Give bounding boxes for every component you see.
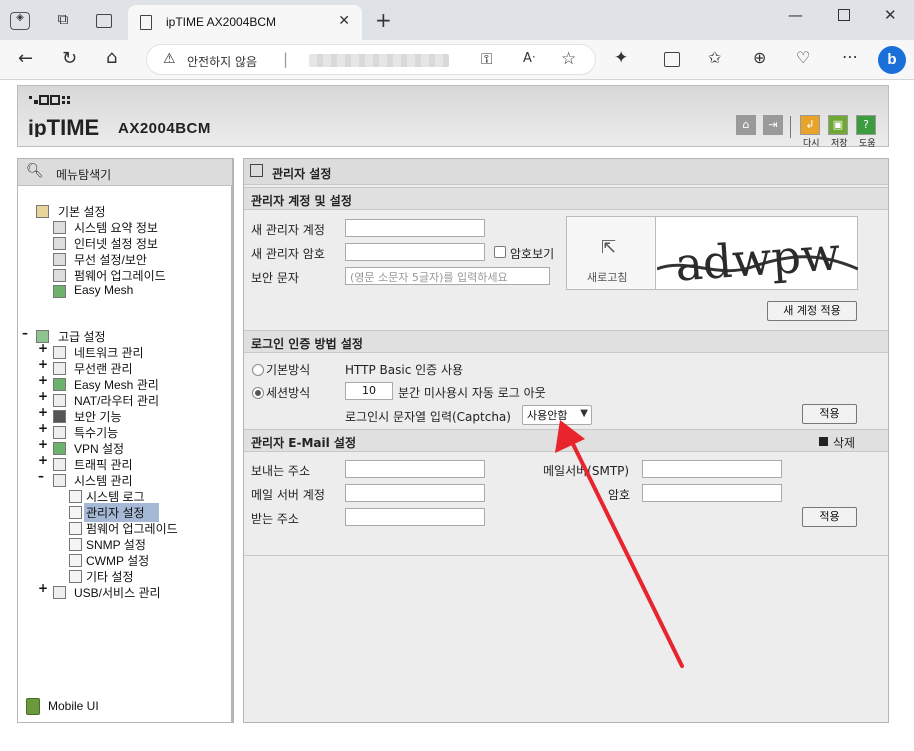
url-text-blurred [309, 54, 449, 67]
close-tab-icon[interactable]: ✕ [338, 13, 350, 29]
router-page: ipTIME AX2004BCM ⌂ ⇥ ↲ 다시 ▣ 저장 ? 도움 🔍︎ 메… [0, 80, 914, 751]
browser-tab-bar: ◈ ⧉ ipTIME AX2004BCM ✕ + — ✕ [0, 0, 914, 40]
divider: | [283, 50, 289, 68]
vertical-tabs-icon[interactable] [96, 14, 112, 28]
more-icon[interactable]: ⋯ [842, 49, 858, 65]
home-icon[interactable]: ⌂ [106, 49, 117, 67]
key-icon[interactable]: ⚿ [481, 52, 492, 67]
favorites-icon[interactable]: ✩ [708, 50, 721, 66]
page-icon [140, 15, 152, 30]
new-tab-button[interactable]: + [375, 10, 392, 30]
favorite-star-icon[interactable]: ☆ [561, 51, 576, 68]
split-screen-icon[interactable] [664, 52, 680, 67]
browser-toolbar: ← ↻ ⌂ ⚠ 안전하지 않음 | ⚿ A͏ᐧ ☆ ✦ ✩ ⊕ ♡ ⋯ b [0, 40, 914, 80]
collections-icon[interactable]: ⊕ [753, 50, 766, 66]
minimize-icon[interactable]: — [788, 8, 803, 23]
insecure-label: 안전하지 않음 [187, 55, 258, 69]
warning-icon: ⚠ [163, 51, 176, 67]
maximize-icon[interactable] [838, 9, 850, 21]
read-aloud-icon[interactable]: A͏ᐧ [523, 52, 535, 65]
refresh-icon[interactable]: ↻ [62, 50, 77, 68]
close-window-icon[interactable]: ✕ [884, 8, 897, 23]
address-bar[interactable]: ⚠ 안전하지 않음 | ⚿ A͏ᐧ ☆ [146, 44, 596, 75]
annotation-arrow [555, 420, 684, 668]
bing-icon[interactable]: b [878, 46, 906, 74]
profile-icon[interactable]: ◈ [10, 12, 30, 30]
tab-title: ipTIME AX2004BCM [166, 15, 277, 29]
performance-icon[interactable]: ♡ [796, 50, 810, 66]
collections-tabs-icon[interactable]: ⧉ [54, 12, 72, 30]
back-icon[interactable]: ← [18, 50, 33, 68]
browser-tab[interactable]: ipTIME AX2004BCM ✕ [128, 5, 362, 40]
extensions-icon[interactable]: ✦ [614, 50, 628, 67]
